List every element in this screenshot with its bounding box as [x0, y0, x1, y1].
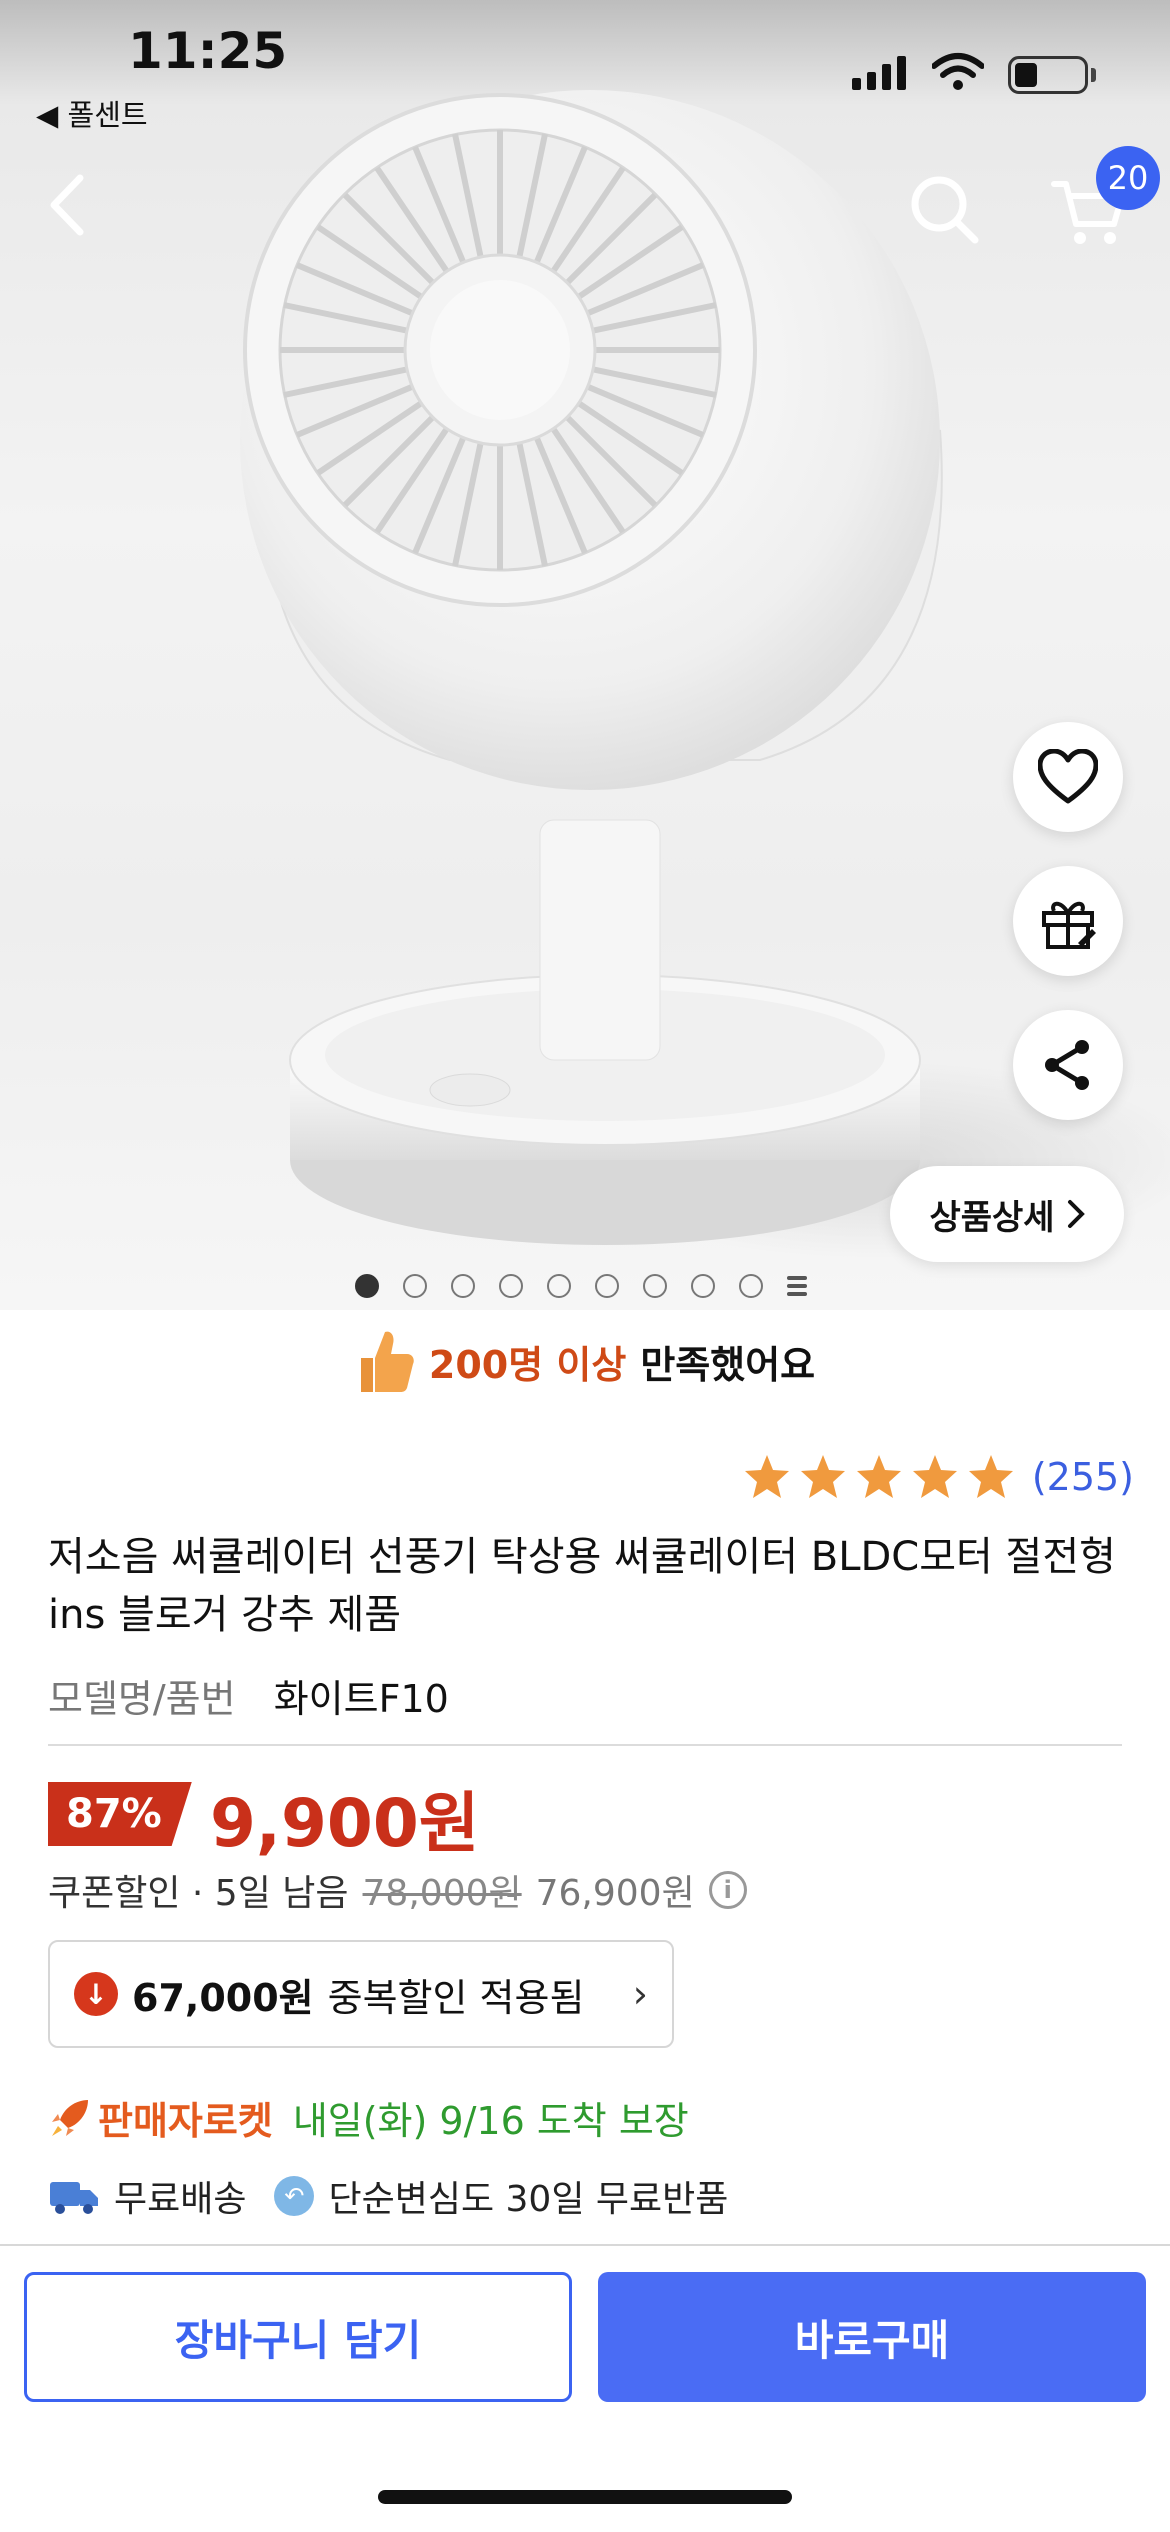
- price-before-coupon: 76,900원: [535, 1873, 695, 1914]
- pager-dot[interactable]: [643, 1274, 667, 1298]
- star-icon: [912, 1455, 957, 1498]
- back-arrow-icon[interactable]: [40, 170, 100, 240]
- free-shipping: 무료배송: [114, 2179, 247, 2220]
- star-icon: [744, 1455, 789, 1498]
- truck-icon: [50, 2182, 98, 2214]
- satisfaction-text: 만족했어요: [640, 1342, 816, 1387]
- duplicate-discount-text: 중복할인 적용됨: [327, 1975, 585, 2020]
- return-icon: ↶: [274, 2176, 315, 2216]
- cart-count-badge: 20: [1096, 146, 1160, 210]
- product-title: 저소음 써큘레이터 선풍기 탁상용 써큘레이터 BLDC모터 절전형 ins 블…: [48, 1534, 1116, 1638]
- battery-icon: [1008, 56, 1088, 94]
- duplicate-discount-button[interactable]: ↓ 67,000원 중복할인 적용됨 ›: [48, 1940, 674, 2048]
- rating-summary[interactable]: (255): [742, 1452, 1134, 1502]
- seller-rocket-label: 판매자로켓: [98, 2099, 273, 2143]
- share-button[interactable]: [1013, 1010, 1123, 1120]
- back-to-app-link[interactable]: ◀ 폴센트: [36, 92, 148, 134]
- bottom-bar-divider: [0, 2244, 1170, 2246]
- pager-dot[interactable]: [403, 1274, 427, 1298]
- pager-more-icon[interactable]: [787, 1276, 807, 1296]
- review-count-link[interactable]: (255): [1032, 1455, 1134, 1499]
- divider: [48, 1744, 1122, 1746]
- star-icon: [800, 1455, 845, 1498]
- info-icon[interactable]: i: [708, 1871, 747, 1909]
- share-icon: [1045, 1040, 1089, 1090]
- free-return: 단순변심도 30일 무료반품: [328, 2179, 729, 2220]
- coupon-price-row: 쿠폰할인 · 5일 남음 78,000원 76,900원 i: [48, 1864, 747, 1916]
- home-indicator[interactable]: [378, 2490, 792, 2504]
- product-image-carousel[interactable]: 11:25 ◀ 폴센트 20 상품상세: [0, 0, 1170, 1310]
- model-value: 화이트F10: [273, 1677, 449, 1721]
- product-detail-label: 상품상세: [929, 1197, 1055, 1238]
- original-price: 78,000원: [362, 1873, 522, 1914]
- chevron-right-icon: [1067, 1200, 1085, 1228]
- image-pager-dots[interactable]: [355, 1274, 807, 1298]
- pager-dot[interactable]: [355, 1274, 379, 1298]
- coupon-label: 쿠폰할인 · 5일 남음: [48, 1873, 349, 1914]
- buy-now-button[interactable]: 바로구매: [598, 2272, 1146, 2402]
- star-icon: [856, 1455, 901, 1498]
- arrow-down-icon: ↓: [74, 1972, 118, 2016]
- satisfaction-count: 200명 이상: [428, 1342, 627, 1387]
- status-time: 11:25: [128, 22, 288, 80]
- model-label: 모델명/품번: [48, 1677, 236, 1721]
- discount-badge: 87%: [48, 1782, 192, 1846]
- pager-dot[interactable]: [451, 1274, 475, 1298]
- thumbs-up-icon: [360, 1331, 414, 1392]
- product-image-fan: [240, 90, 943, 1245]
- pager-dot[interactable]: [595, 1274, 619, 1298]
- search-icon[interactable]: [905, 170, 985, 250]
- product-detail-button[interactable]: 상품상세: [890, 1166, 1124, 1262]
- cellular-signal-icon: [852, 56, 906, 90]
- wishlist-button[interactable]: [1013, 722, 1123, 832]
- pager-dot[interactable]: [691, 1274, 715, 1298]
- arrival-guarantee: 내일(화) 9/16 도착 보장: [292, 2099, 689, 2143]
- seller-rocket-badge: 판매자로켓: [48, 2090, 273, 2145]
- star-icon: [968, 1455, 1013, 1498]
- model-info: 모델명/품번 화이트F10: [48, 1668, 449, 1723]
- pager-dot[interactable]: [739, 1274, 763, 1298]
- chevron-right-icon: ›: [632, 1972, 648, 2016]
- gift-icon: [1042, 901, 1096, 949]
- battery-cap: [1091, 68, 1096, 82]
- pager-dot[interactable]: [499, 1274, 523, 1298]
- add-to-cart-button[interactable]: 장바구니 담기: [24, 2272, 572, 2402]
- duplicate-discount-amount: 67,000원: [132, 1975, 314, 2020]
- pager-dot[interactable]: [547, 1274, 571, 1298]
- final-price: 9,900원: [210, 1785, 480, 1862]
- shipping-info: 무료배송 ↶ 단순변심도 30일 무료반품: [48, 2170, 728, 2222]
- heart-icon: [1038, 749, 1098, 804]
- wifi-icon: [932, 53, 984, 90]
- gift-button[interactable]: [1013, 866, 1123, 976]
- rocket-icon: [52, 2099, 88, 2136]
- delivery-info: 판매자로켓 내일(화) 9/16 도착 보장: [48, 2090, 689, 2145]
- satisfaction-banner: 200명 이상 만족했어요: [0, 1320, 1170, 1402]
